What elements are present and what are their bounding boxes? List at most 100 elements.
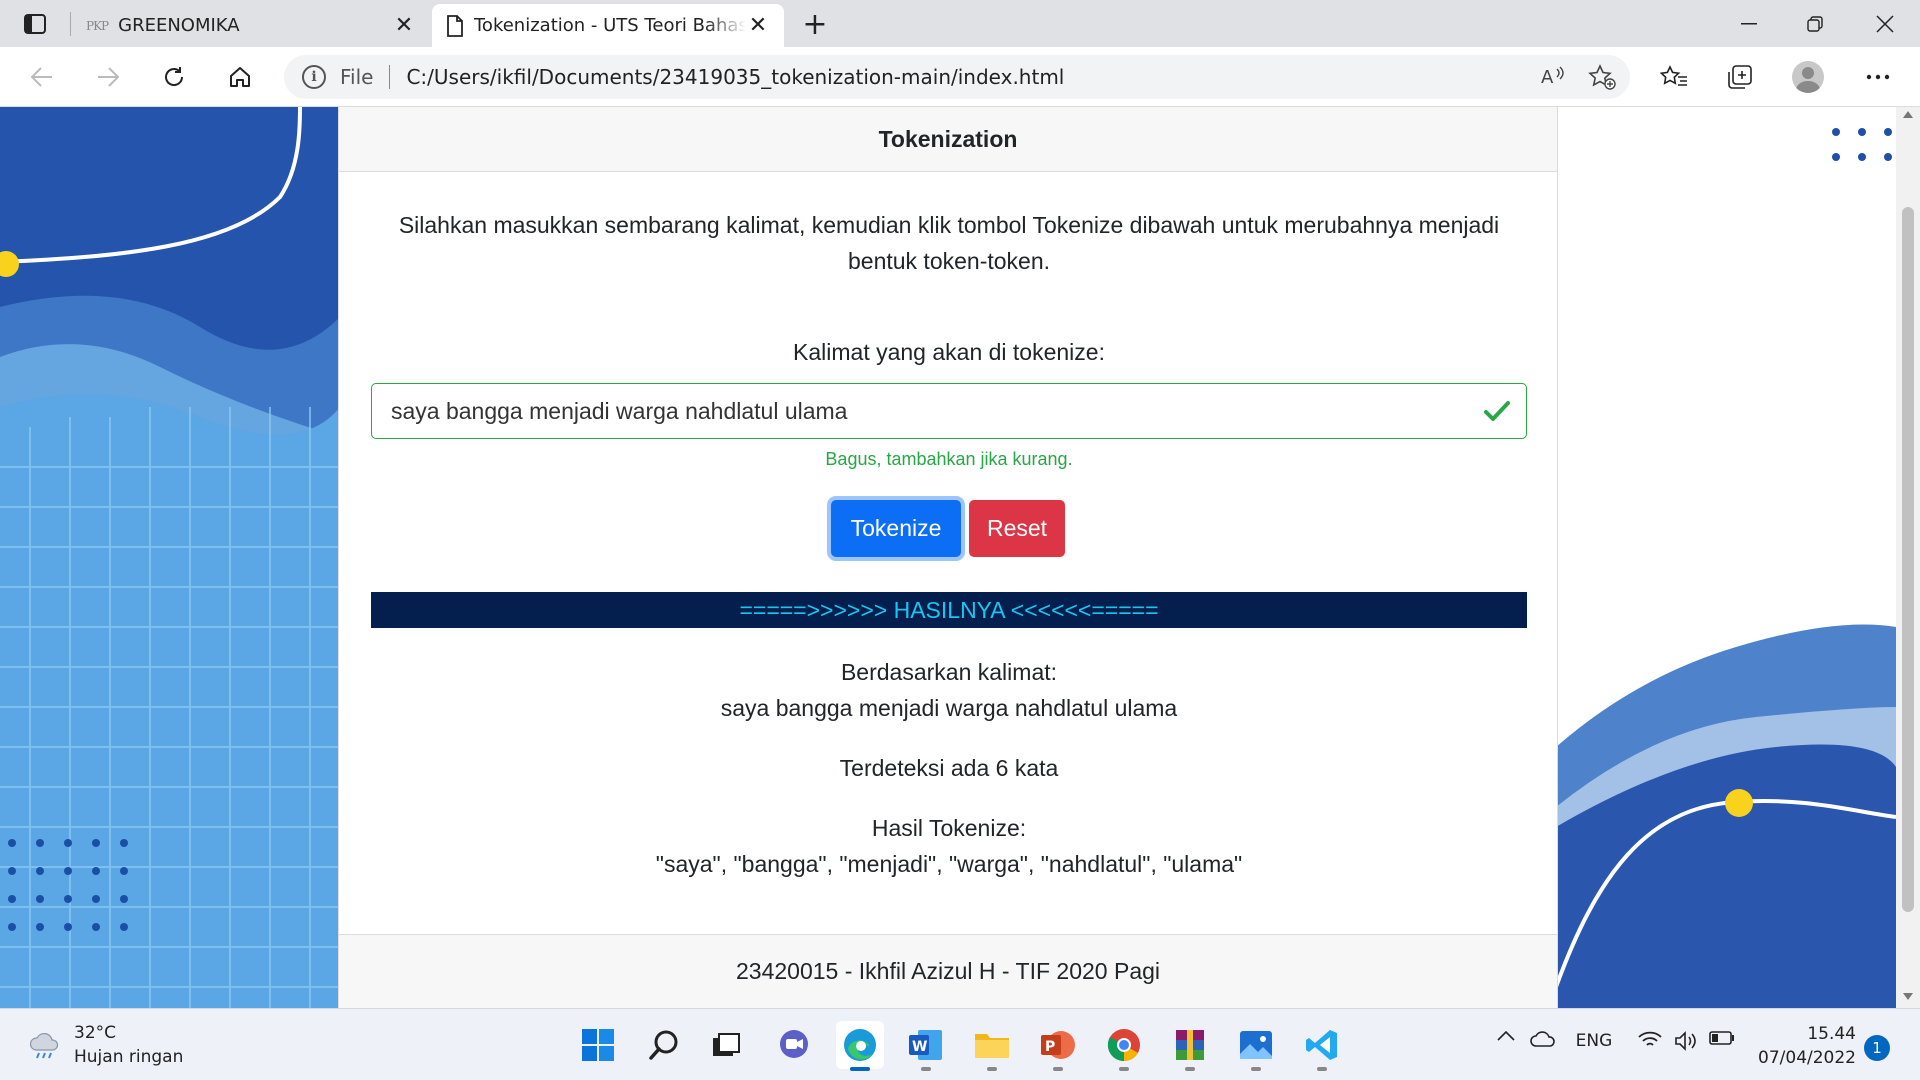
svg-text:W: W — [912, 1039, 927, 1055]
photos-icon — [1240, 1031, 1272, 1059]
tokenization-card: Tokenization Silahkan masukkan sembarang… — [338, 107, 1558, 1008]
wifi-icon[interactable] — [1636, 1031, 1664, 1049]
running-indicator — [1317, 1067, 1327, 1071]
new-tab-icon[interactable]: + — [798, 7, 832, 42]
edge-icon — [844, 1029, 876, 1061]
browser-toolbar: i File C:/Users/ikfil/Documents/23419035… — [0, 47, 1920, 107]
valid-feedback: Bagus, tambahkan jika kurang. — [825, 449, 1073, 469]
folder-icon — [975, 1034, 1009, 1058]
add-favorite-icon[interactable] — [1582, 59, 1622, 95]
result-based-on-label: Berdasarkan kalimat: — [840, 659, 1058, 685]
url-text[interactable]: C:/Users/ikfil/Documents/23419035_tokeni… — [406, 65, 1534, 89]
vscode-icon — [1306, 1030, 1337, 1060]
word-count-text: Terdeteksi ada 6 kata — [839, 755, 1059, 781]
vertical-scrollbar[interactable] — [1896, 107, 1920, 1008]
windows-taskbar: 32°C Hujan ringan W P ENG 15.44 07/04/20… — [0, 1008, 1920, 1080]
search-icon — [649, 1030, 678, 1060]
forward-icon[interactable] — [88, 59, 128, 95]
tokens-output: "saya", "bangga", "menjadi", "warga", "n… — [655, 851, 1243, 877]
result-banner: =====>>>>>> HASILNYA <<<<<<===== — [371, 592, 1527, 628]
tokenize-button[interactable]: Tokenize — [831, 500, 961, 557]
weather-condition: Hujan ringan — [74, 1047, 184, 1067]
background-decoration-right — [1556, 107, 1896, 1008]
background-decoration-left — [0, 107, 340, 1008]
onedrive-icon[interactable] — [1528, 1031, 1558, 1047]
card-footer: 23420015 - Ikhfil Azizul H - TIF 2020 Pa… — [339, 934, 1557, 1008]
page-title: Tokenization — [878, 125, 1018, 152]
word-icon: W — [909, 1030, 942, 1060]
scheme-label: File — [340, 65, 374, 89]
read-aloud-icon[interactable]: A — [1534, 59, 1574, 95]
system-clock[interactable]: 15.44 07/04/2022 — [1736, 1022, 1856, 1070]
word-taskbar-app[interactable]: W — [902, 1021, 950, 1071]
favorites-icon[interactable] — [1654, 59, 1694, 95]
tab-strip: PKP GREENOMIKA ✕ Tokenization - UTS Teor… — [0, 0, 1920, 47]
weather-temp: 32°C — [74, 1023, 117, 1043]
collections-icon[interactable] — [1720, 59, 1760, 95]
page-viewport: Tokenization Silahkan masukkan sembarang… — [0, 107, 1896, 1008]
tab-separator — [70, 12, 71, 36]
tab-greenomika[interactable]: PKP GREENOMIKA ✕ — [72, 4, 430, 47]
running-indicator — [1119, 1067, 1129, 1071]
teams-chat-button[interactable] — [770, 1021, 818, 1069]
back-icon[interactable] — [22, 59, 62, 95]
checkmark-icon — [1484, 401, 1510, 421]
scroll-thumb[interactable] — [1902, 207, 1914, 912]
chat-icon — [780, 1030, 808, 1058]
search-button[interactable] — [640, 1021, 688, 1069]
weather-widget[interactable]: 32°C Hujan ringan — [28, 1021, 183, 1069]
reset-button[interactable]: Reset — [969, 500, 1065, 557]
notification-badge[interactable]: 1 — [1864, 1035, 1890, 1061]
profile-avatar[interactable] — [1788, 59, 1828, 95]
scroll-down-arrow-icon[interactable] — [1903, 993, 1913, 1000]
tab-tokenization[interactable]: Tokenization - UTS Teori Bahasa dan Otom… — [432, 4, 784, 47]
windows-logo-icon — [582, 1029, 614, 1061]
powerpoint-icon: P — [1041, 1031, 1075, 1059]
running-indicator — [921, 1067, 931, 1071]
svg-text:A: A — [1541, 67, 1554, 88]
battery-icon[interactable] — [1708, 1031, 1736, 1045]
scroll-up-arrow-icon[interactable] — [1903, 111, 1913, 118]
powerpoint-taskbar-app[interactable]: P — [1034, 1021, 1082, 1071]
tab-actions-icon[interactable] — [18, 10, 52, 38]
volume-icon[interactable] — [1672, 1031, 1700, 1051]
vscode-taskbar-app[interactable] — [1298, 1021, 1346, 1071]
restore-icon[interactable] — [1782, 0, 1848, 47]
running-indicator — [1185, 1067, 1195, 1071]
running-indicator — [1053, 1067, 1063, 1071]
photos-taskbar-app[interactable] — [1232, 1021, 1280, 1071]
home-icon[interactable] — [220, 59, 260, 95]
clock-date: 07/04/2022 — [1758, 1048, 1856, 1068]
task-view-button[interactable] — [702, 1021, 750, 1069]
close-window-icon[interactable] — [1852, 0, 1918, 47]
file-explorer-taskbar-app[interactable] — [968, 1021, 1016, 1071]
tokens-label: Hasil Tokenize: — [871, 815, 1027, 841]
minimize-icon[interactable] — [1716, 0, 1782, 47]
language-indicator[interactable]: ENG — [1572, 1031, 1616, 1051]
start-button[interactable] — [574, 1021, 622, 1069]
address-divider — [389, 65, 391, 89]
chrome-icon — [1107, 1029, 1140, 1062]
tab-label: GREENOMIKA — [118, 15, 240, 36]
instructions-text: Silahkan masukkan sembarang kalimat, kem… — [398, 212, 1500, 274]
address-bar[interactable]: i File C:/Users/ikfil/Documents/23419035… — [284, 55, 1630, 99]
winrar-taskbar-app[interactable] — [1166, 1021, 1214, 1071]
result-sentence: saya bangga menjadi warga nahdlatul ulam… — [720, 695, 1178, 721]
running-indicator — [1251, 1067, 1261, 1071]
avatar — [1792, 61, 1824, 93]
winrar-icon — [1176, 1030, 1204, 1060]
close-tab-icon[interactable]: ✕ — [392, 13, 416, 38]
pkp-favicon-icon: PKP — [86, 18, 109, 33]
sentence-input[interactable] — [371, 383, 1527, 439]
card-header: Tokenization — [339, 107, 1557, 172]
refresh-icon[interactable] — [154, 59, 194, 95]
info-icon[interactable]: i — [302, 65, 326, 89]
edge-taskbar-app[interactable] — [836, 1021, 884, 1071]
running-indicator — [850, 1067, 870, 1071]
clock-time: 15.44 — [1807, 1024, 1856, 1044]
svg-text:P: P — [1045, 1039, 1055, 1055]
close-tab-icon[interactable]: ✕ — [746, 13, 770, 38]
more-icon[interactable] — [1858, 59, 1898, 95]
show-hidden-icons-chevron-icon[interactable] — [1494, 1031, 1518, 1041]
chrome-taskbar-app[interactable] — [1100, 1021, 1148, 1071]
